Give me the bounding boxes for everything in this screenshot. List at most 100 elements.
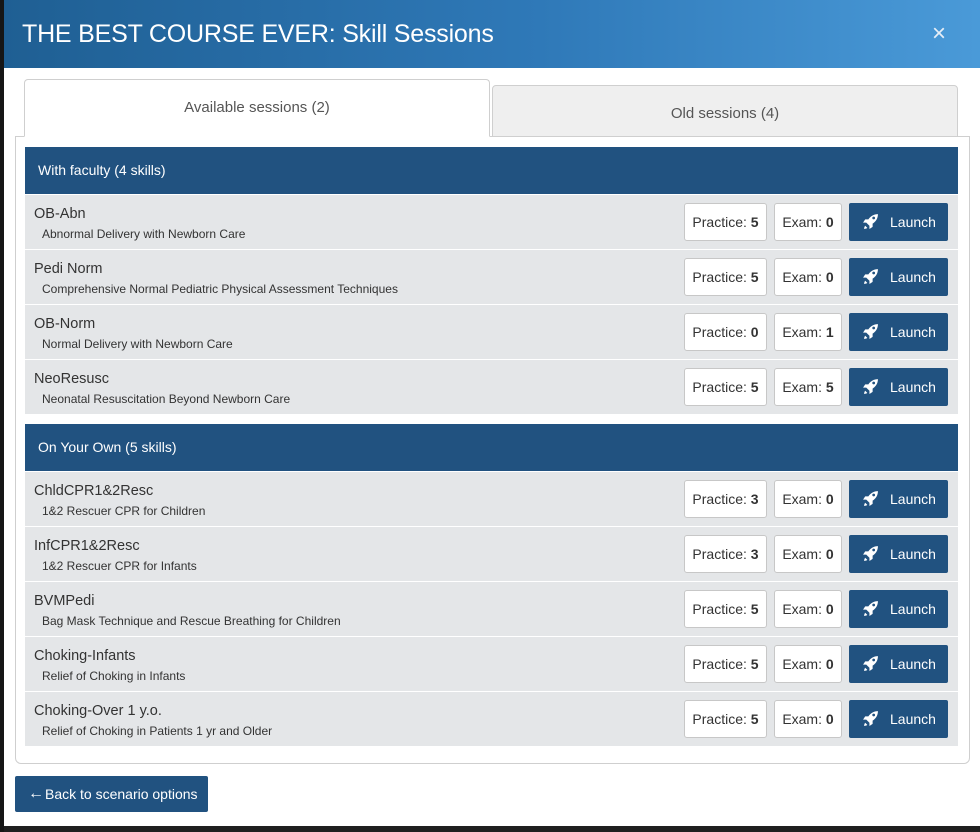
exam-label: Exam: (782, 324, 822, 340)
exam-label: Exam: (782, 214, 822, 230)
practice-label: Practice: (692, 269, 747, 285)
exam-value: 0 (825, 269, 834, 285)
rocket-icon (863, 601, 878, 616)
skill-description: Bag Mask Technique and Rescue Breathing … (42, 614, 341, 628)
rocket-icon (863, 379, 878, 394)
exam-value: 5 (825, 379, 834, 395)
practice-value: 0 (750, 324, 759, 340)
exam-value: 0 (825, 546, 834, 562)
exam-label: Exam: (782, 546, 822, 562)
exam-label: Exam: (782, 491, 822, 507)
skill-name: BVMPedi (34, 593, 95, 609)
exam-value: 0 (825, 491, 834, 507)
exam-label: Exam: (782, 656, 822, 672)
launch-button[interactable]: Launch (849, 313, 948, 351)
exam-count: Exam: 1 (774, 313, 842, 351)
launch-label: Launch (890, 601, 936, 617)
skill-name: OB-Norm (34, 316, 96, 332)
practice-label: Practice: (692, 491, 747, 507)
skill-row: Choking-Over 1 y.o. Relief of Choking in… (25, 692, 958, 746)
rocket-icon (863, 546, 878, 561)
exam-label: Exam: (782, 379, 822, 395)
exam-value: 0 (825, 656, 834, 672)
skill-sessions-modal: THE BEST COURSE EVER: Skill Sessions × A… (4, 0, 980, 826)
launch-label: Launch (890, 379, 936, 395)
skill-description: Relief of Choking in Patients 1 yr and O… (42, 724, 273, 738)
launch-label: Launch (890, 491, 936, 507)
skill-row: Pedi Norm Comprehensive Normal Pediatric… (25, 250, 958, 304)
practice-value: 3 (750, 491, 759, 507)
rocket-icon (863, 491, 878, 506)
tab-available-sessions[interactable]: Available sessions (2) (24, 79, 490, 137)
launch-button[interactable]: Launch (849, 368, 948, 406)
skill-name: InfCPR1&2Resc (34, 538, 140, 554)
launch-button[interactable]: Launch (849, 645, 948, 683)
exam-value: 0 (825, 711, 834, 727)
practice-count: Practice: 3 (684, 535, 767, 573)
arrow-left-icon: ← (28, 785, 44, 802)
skill-row: Choking-Infants Relief of Choking in Inf… (25, 637, 958, 691)
skill-description: Normal Delivery with Newborn Care (42, 337, 233, 351)
launch-button[interactable]: Launch (849, 480, 948, 518)
back-button-label: Back to scenario options (45, 786, 198, 802)
practice-value: 5 (750, 656, 759, 672)
exam-count: Exam: 0 (774, 700, 842, 738)
skill-name: ChldCPR1&2Resc (34, 483, 154, 499)
practice-label: Practice: (692, 601, 747, 617)
skill-name: Choking-Over 1 y.o. (34, 703, 162, 719)
launch-button[interactable]: Launch (849, 535, 948, 573)
exam-value: 0 (825, 601, 834, 617)
exam-value: 0 (825, 214, 834, 230)
practice-label: Practice: (692, 656, 747, 672)
skill-name: NeoResusc (34, 371, 109, 387)
launch-label: Launch (890, 214, 936, 230)
skill-name: Pedi Norm (34, 261, 103, 277)
skill-description: Comprehensive Normal Pediatric Physical … (42, 282, 398, 296)
launch-button[interactable]: Launch (849, 203, 948, 241)
skill-row: OB-Norm Normal Delivery with Newborn Car… (25, 305, 958, 359)
skill-row: InfCPR1&2Resc 1&2 Rescuer CPR for Infant… (25, 527, 958, 581)
skill-row: OB-Abn Abnormal Delivery with Newborn Ca… (25, 195, 958, 249)
practice-count: Practice: 5 (684, 700, 767, 738)
rocket-icon (863, 214, 878, 229)
skill-name: OB-Abn (34, 206, 86, 222)
launch-label: Launch (890, 269, 936, 285)
group-header-with-faculty: With faculty (4 skills) (25, 147, 958, 194)
practice-value: 5 (750, 269, 759, 285)
exam-label: Exam: (782, 601, 822, 617)
launch-label: Launch (890, 324, 936, 340)
practice-label: Practice: (692, 324, 747, 340)
back-to-scenario-options-button[interactable]: ← Back to scenario options (15, 776, 208, 812)
modal-header: THE BEST COURSE EVER: Skill Sessions × (4, 0, 980, 68)
close-icon[interactable]: × (928, 21, 950, 47)
tab-old-sessions[interactable]: Old sessions (4) (492, 85, 958, 137)
exam-count: Exam: 0 (774, 590, 842, 628)
skill-description: Neonatal Resuscitation Beyond Newborn Ca… (42, 392, 291, 406)
practice-count: Practice: 5 (684, 645, 767, 683)
practice-count: Practice: 5 (684, 258, 767, 296)
exam-label: Exam: (782, 711, 822, 727)
launch-button[interactable]: Launch (849, 700, 948, 738)
launch-label: Launch (890, 711, 936, 727)
skill-row: NeoResusc Neonatal Resuscitation Beyond … (25, 360, 958, 414)
practice-count: Practice: 0 (684, 313, 767, 351)
exam-label: Exam: (782, 269, 822, 285)
launch-button[interactable]: Launch (849, 258, 948, 296)
launch-label: Launch (890, 546, 936, 562)
practice-label: Practice: (692, 379, 747, 395)
exam-count: Exam: 0 (774, 258, 842, 296)
practice-label: Practice: (692, 214, 747, 230)
skill-row: ChldCPR1&2Resc 1&2 Rescuer CPR for Child… (25, 472, 958, 526)
rocket-icon (863, 324, 878, 339)
practice-label: Practice: (692, 711, 747, 727)
practice-label: Practice: (692, 546, 747, 562)
exam-count: Exam: 5 (774, 368, 842, 406)
exam-count: Exam: 0 (774, 645, 842, 683)
launch-label: Launch (890, 656, 936, 672)
practice-count: Practice: 5 (684, 590, 767, 628)
exam-count: Exam: 0 (774, 535, 842, 573)
launch-button[interactable]: Launch (849, 590, 948, 628)
session-tabs: Available sessions (2) Old sessions (4) (24, 79, 960, 137)
modal-title: THE BEST COURSE EVER: Skill Sessions (22, 20, 494, 48)
practice-value: 5 (750, 214, 759, 230)
